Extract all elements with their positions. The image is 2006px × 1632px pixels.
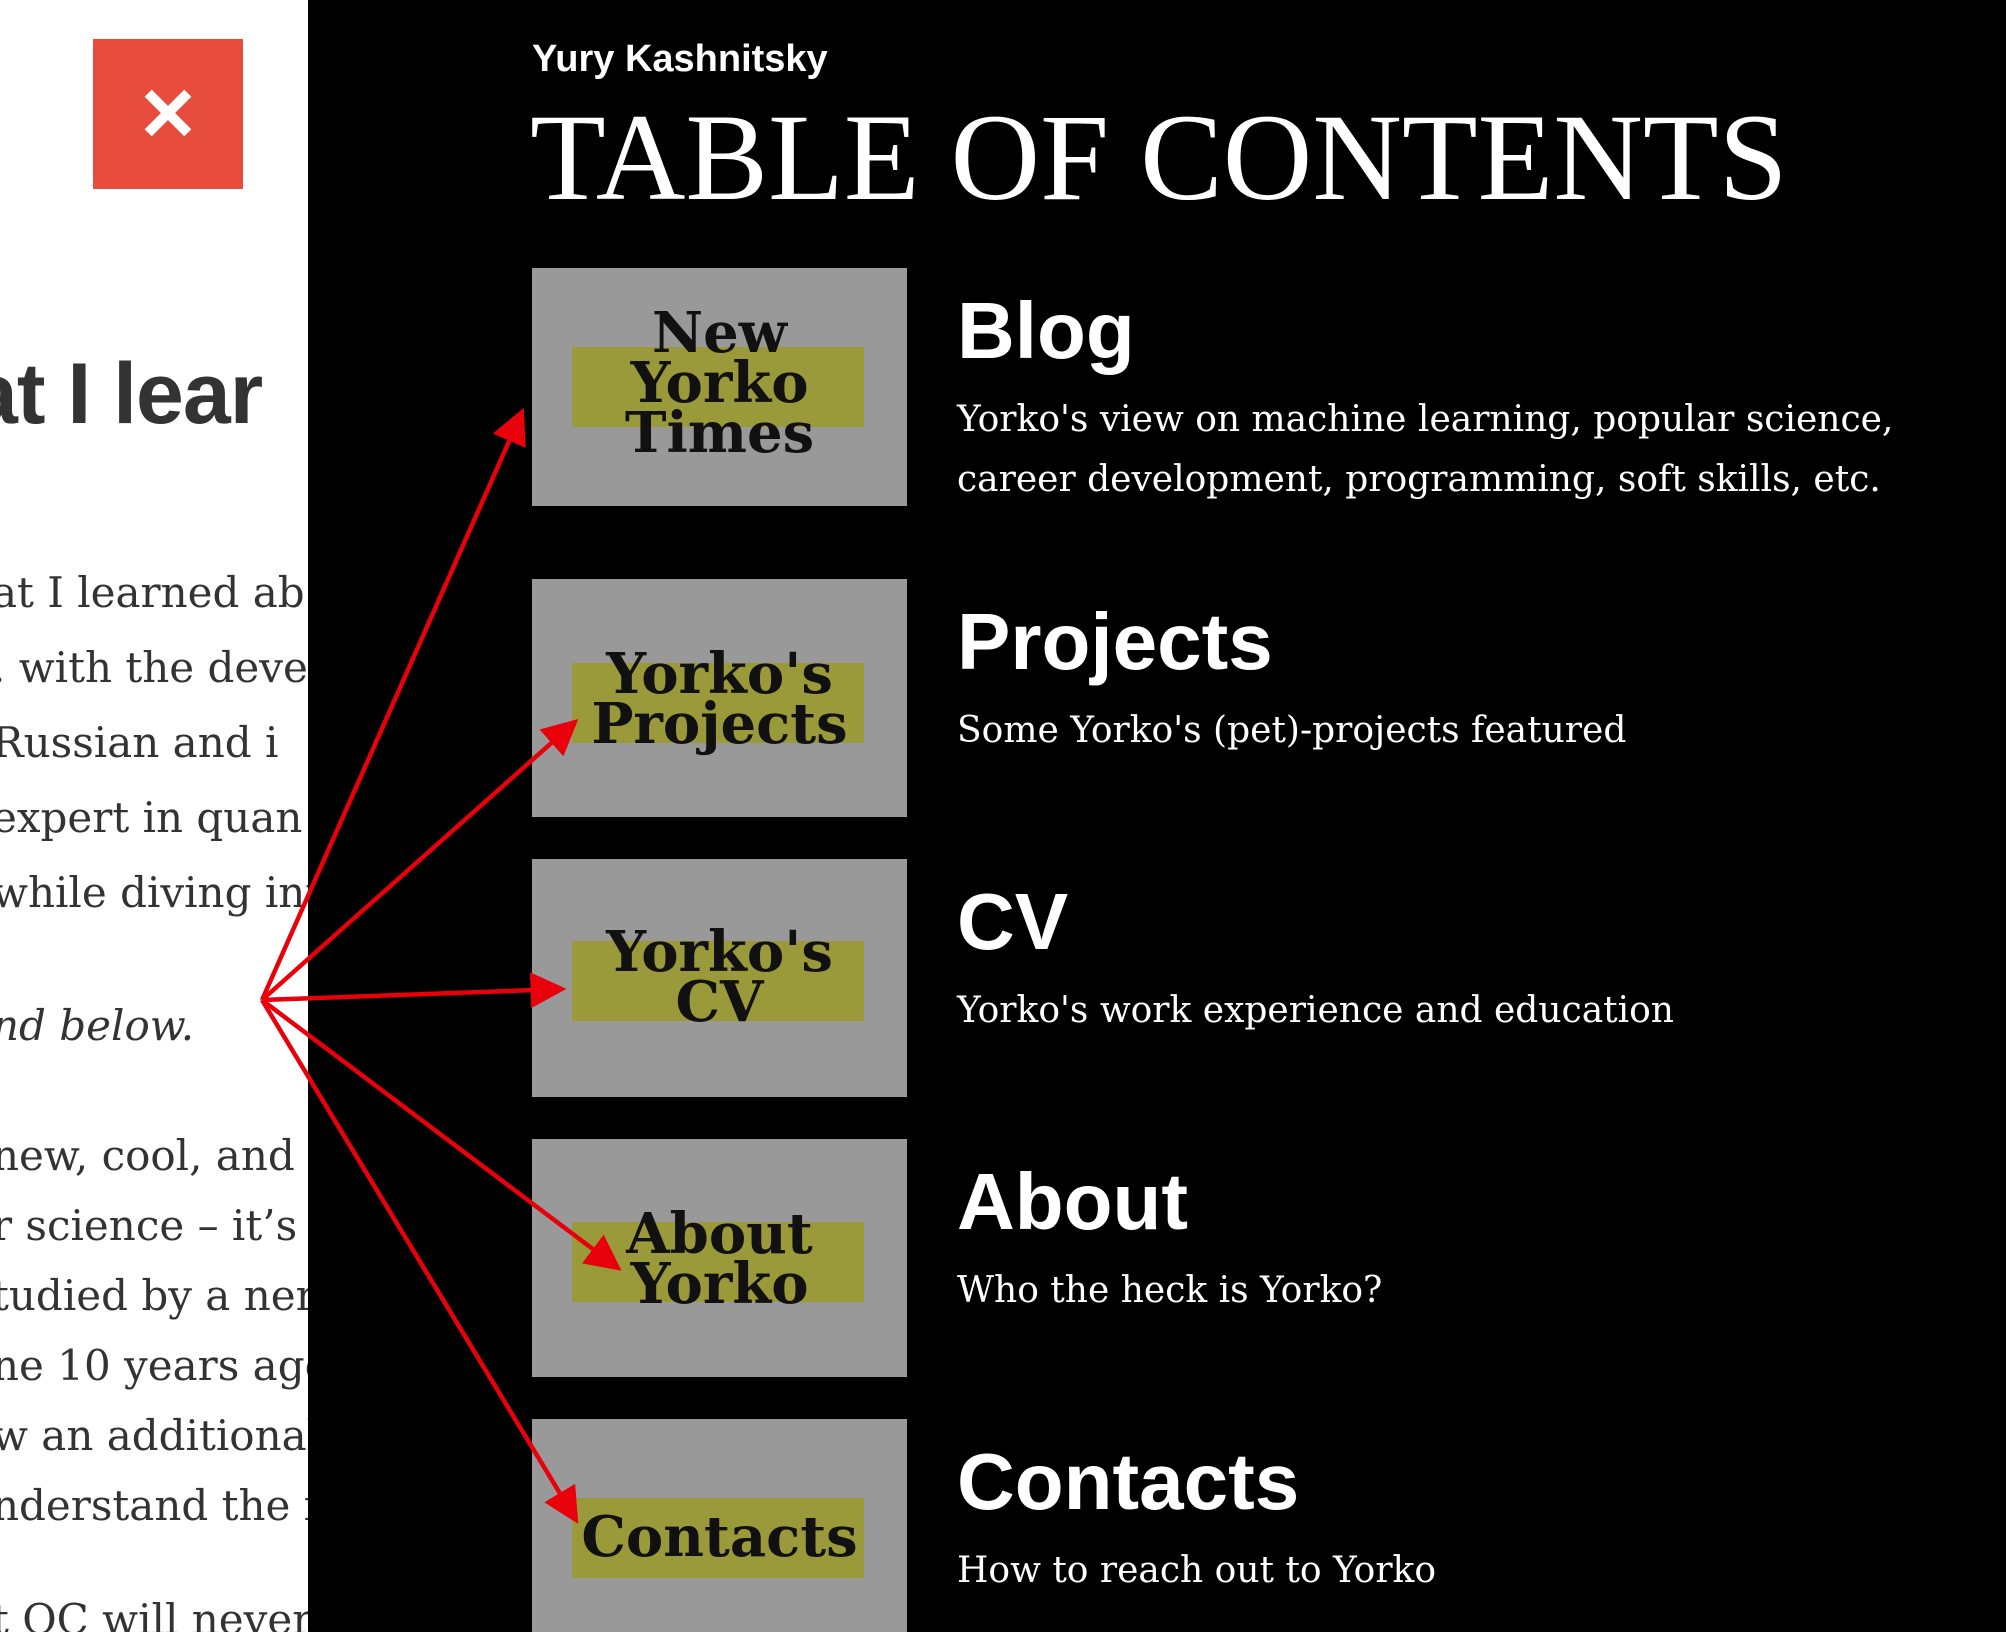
about-thumbnail-label: About Yorko xyxy=(626,1201,813,1317)
cv-thumbnail[interactable]: Yorko's CV xyxy=(532,859,907,1097)
contacts-thumbnail-label: Contacts xyxy=(581,1504,858,1570)
article-text-line: r science – it’s h xyxy=(0,1201,308,1250)
article-text-line: while diving int xyxy=(0,868,308,917)
cv-heading[interactable]: CV xyxy=(957,876,1068,968)
cv-description: Yorko's work experience and education xyxy=(957,990,1674,1031)
contacts-thumbnail[interactable]: Contacts xyxy=(532,1419,907,1632)
projects-description: Some Yorko's (pet)-projects featured xyxy=(957,710,1627,751)
background-article: at I lear at I learned ab . with the dev… xyxy=(0,0,308,1632)
menu-item-about[interactable]: About Yorko About Who the heck is Yorko? xyxy=(532,1139,2002,1379)
article-text-line: tudied by a nerd xyxy=(0,1271,308,1320)
projects-thumbnail[interactable]: Yorko's Projects xyxy=(532,579,907,817)
contacts-description: How to reach out to Yorko xyxy=(957,1550,1437,1591)
projects-thumbnail-label: Yorko's Projects xyxy=(591,641,848,757)
article-text-line: nd below. xyxy=(0,1001,195,1050)
projects-heading[interactable]: Projects xyxy=(957,596,1273,688)
article-text-line: new, cool, and xyxy=(0,1131,295,1180)
cv-thumbnail-label: Yorko's CV xyxy=(606,919,833,1035)
article-text-line: t OC will never b xyxy=(0,1595,308,1632)
article-title: at I lear xyxy=(0,346,263,442)
article-text-line: Russian and i xyxy=(0,718,279,767)
close-button[interactable] xyxy=(93,39,243,189)
blog-heading[interactable]: Blog xyxy=(957,285,1135,377)
about-thumbnail[interactable]: About Yorko xyxy=(532,1139,907,1377)
menu-item-projects[interactable]: Yorko's Projects Projects Some Yorko's (… xyxy=(532,579,2002,819)
table-of-contents-menu: Yury Kashnitsky TABLE OF CONTENTS New Yo… xyxy=(308,0,2006,1632)
article-text-line: nderstand the fu xyxy=(0,1481,308,1530)
article-text-line: expert in quan xyxy=(0,793,303,842)
contacts-heading[interactable]: Contacts xyxy=(957,1436,1299,1528)
blog-thumbnail[interactable]: New Yorko Times xyxy=(532,268,907,506)
article-text-line: at I learned ab xyxy=(0,568,305,617)
menu-item-blog[interactable]: New Yorko Times Blog Yorko's view on mac… xyxy=(532,268,2002,508)
about-description: Who the heck is Yorko? xyxy=(957,1270,1383,1311)
article-text-line: . with the deve xyxy=(0,643,308,692)
menu-title: TABLE OF CONTENTS xyxy=(530,89,1788,226)
author-name[interactable]: Yury Kashnitsky xyxy=(532,38,828,81)
menu-item-cv[interactable]: Yorko's CV CV Yorko's work experience an… xyxy=(532,859,2002,1099)
menu-item-contacts[interactable]: Contacts Contacts How to reach out to Yo… xyxy=(532,1419,2002,1632)
article-text-line: ne 10 years ago, xyxy=(0,1341,308,1390)
about-heading[interactable]: About xyxy=(957,1156,1188,1248)
blog-thumbnail-label: New Yorko Times xyxy=(624,300,815,466)
article-text-line: w an additional xyxy=(0,1411,308,1460)
blog-description: Yorko's view on machine learning, popula… xyxy=(957,399,1894,500)
